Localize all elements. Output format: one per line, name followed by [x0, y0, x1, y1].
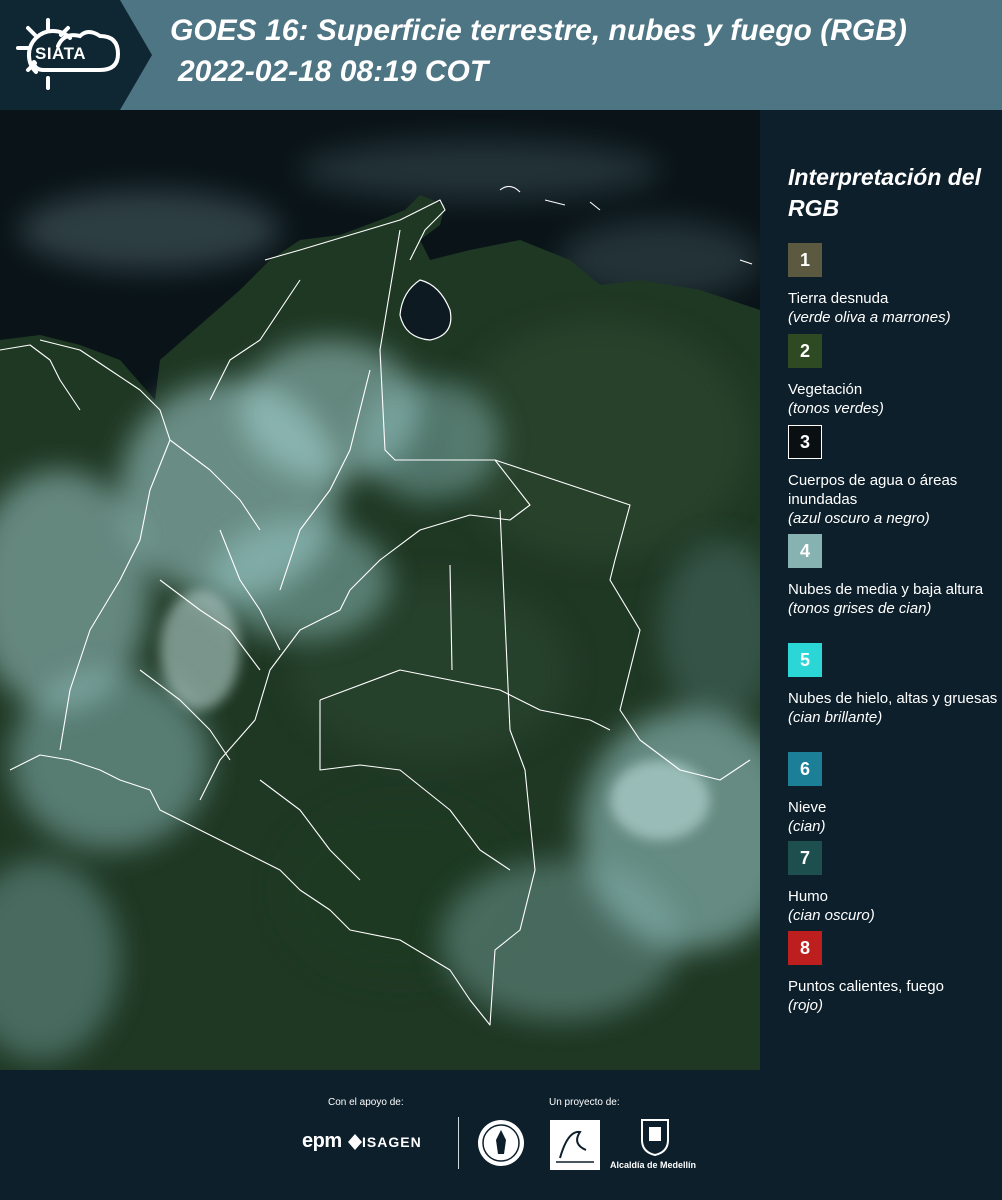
legend-item-note: (cian)	[788, 818, 826, 835]
legend-item-label: Nubes de media y baja altura	[788, 581, 984, 598]
legend-title: Interpretación del RGB	[788, 164, 981, 221]
legend-item-fire: 8 Puntos calientes, fuego (rojo)	[788, 931, 998, 1015]
legend-swatch: 5	[788, 643, 822, 677]
legend-swatch: 3	[788, 425, 822, 459]
legend-item-note: (verde oliva a marrones)	[788, 309, 951, 326]
legend-item-snow: 6 Nieve (cian)	[788, 752, 998, 836]
legend-item-label: Vegetación	[788, 381, 863, 398]
alcaldia-logo-text: Alcaldía de Medellín	[610, 1160, 697, 1170]
header: SIATA GOES 16: Superficie terrestre, nub…	[0, 0, 1002, 110]
legend-swatch: 4	[788, 534, 822, 568]
legend-swatch: 2	[788, 334, 822, 368]
seal-logo-icon	[478, 1120, 524, 1166]
legend-item-note: (cian oscuro)	[788, 907, 875, 924]
legend-item-low-clouds: 4 Nubes de media y baja altura (tonos gr…	[788, 534, 998, 618]
isagen-logo: ISAGEN	[362, 1134, 422, 1150]
footer-divider	[458, 1117, 459, 1169]
page-datetime: 2022-02-18 08:19 COT	[178, 55, 489, 88]
legend-item-note: (rojo)	[788, 997, 824, 1014]
isagen-mark-icon	[348, 1134, 362, 1150]
legend-item-bare-soil: 1 Tierra desnuda (verde oliva a marrones…	[788, 243, 998, 327]
legend-item-note: (azul oscuro a negro)	[788, 510, 930, 527]
legend-item-water: 3 Cuerpos de agua o áreas inundadas (azu…	[788, 425, 998, 528]
legend-item-note: (tonos verdes)	[788, 400, 884, 417]
epm-logo: epm	[302, 1130, 342, 1152]
legend-item-note: (tonos grises de cian)	[788, 600, 932, 617]
project-label: Un proyecto de:	[549, 1097, 620, 1108]
legend-swatch: 6	[788, 752, 822, 786]
legend-item-smoke: 7 Humo (cian oscuro)	[788, 841, 998, 925]
footer: Con el apoyo de: Un proyecto de: epm ISA…	[0, 1070, 1002, 1200]
legend-item-label: Humo	[788, 888, 829, 905]
legend-item-label: Cuerpos de agua o áreas inundadas	[788, 472, 958, 508]
legend-swatch: 7	[788, 841, 822, 875]
legend-item-label: Tierra desnuda	[788, 290, 889, 307]
legend-item-vegetation: 2 Vegetación (tonos verdes)	[788, 334, 998, 418]
legend-item-label: Nieve	[788, 799, 827, 816]
legend-swatch: 8	[788, 931, 822, 965]
siata-logo-text: SIATA	[35, 44, 86, 63]
legend-swatch: 1	[788, 243, 822, 277]
legend-item-note: (cian brillante)	[788, 709, 883, 726]
alcaldia-shield-icon	[641, 1119, 669, 1156]
legend-item-label: Puntos calientes, fuego	[788, 978, 944, 995]
page-title: GOES 16: Superficie terrestre, nubes y f…	[170, 14, 907, 47]
legend-item-label: Nubes de hielo, altas y gruesas	[788, 690, 998, 707]
area-metropolitana-logo-icon	[550, 1120, 600, 1170]
legend-item-ice-clouds: 5 Nubes de hielo, altas y gruesas (cian …	[788, 643, 998, 727]
support-label: Con el apoyo de:	[328, 1097, 404, 1108]
satellite-map[interactable]	[0, 110, 760, 1070]
legend-panel: Interpretación del RGB 1 Tierra desnuda …	[762, 110, 1002, 1070]
